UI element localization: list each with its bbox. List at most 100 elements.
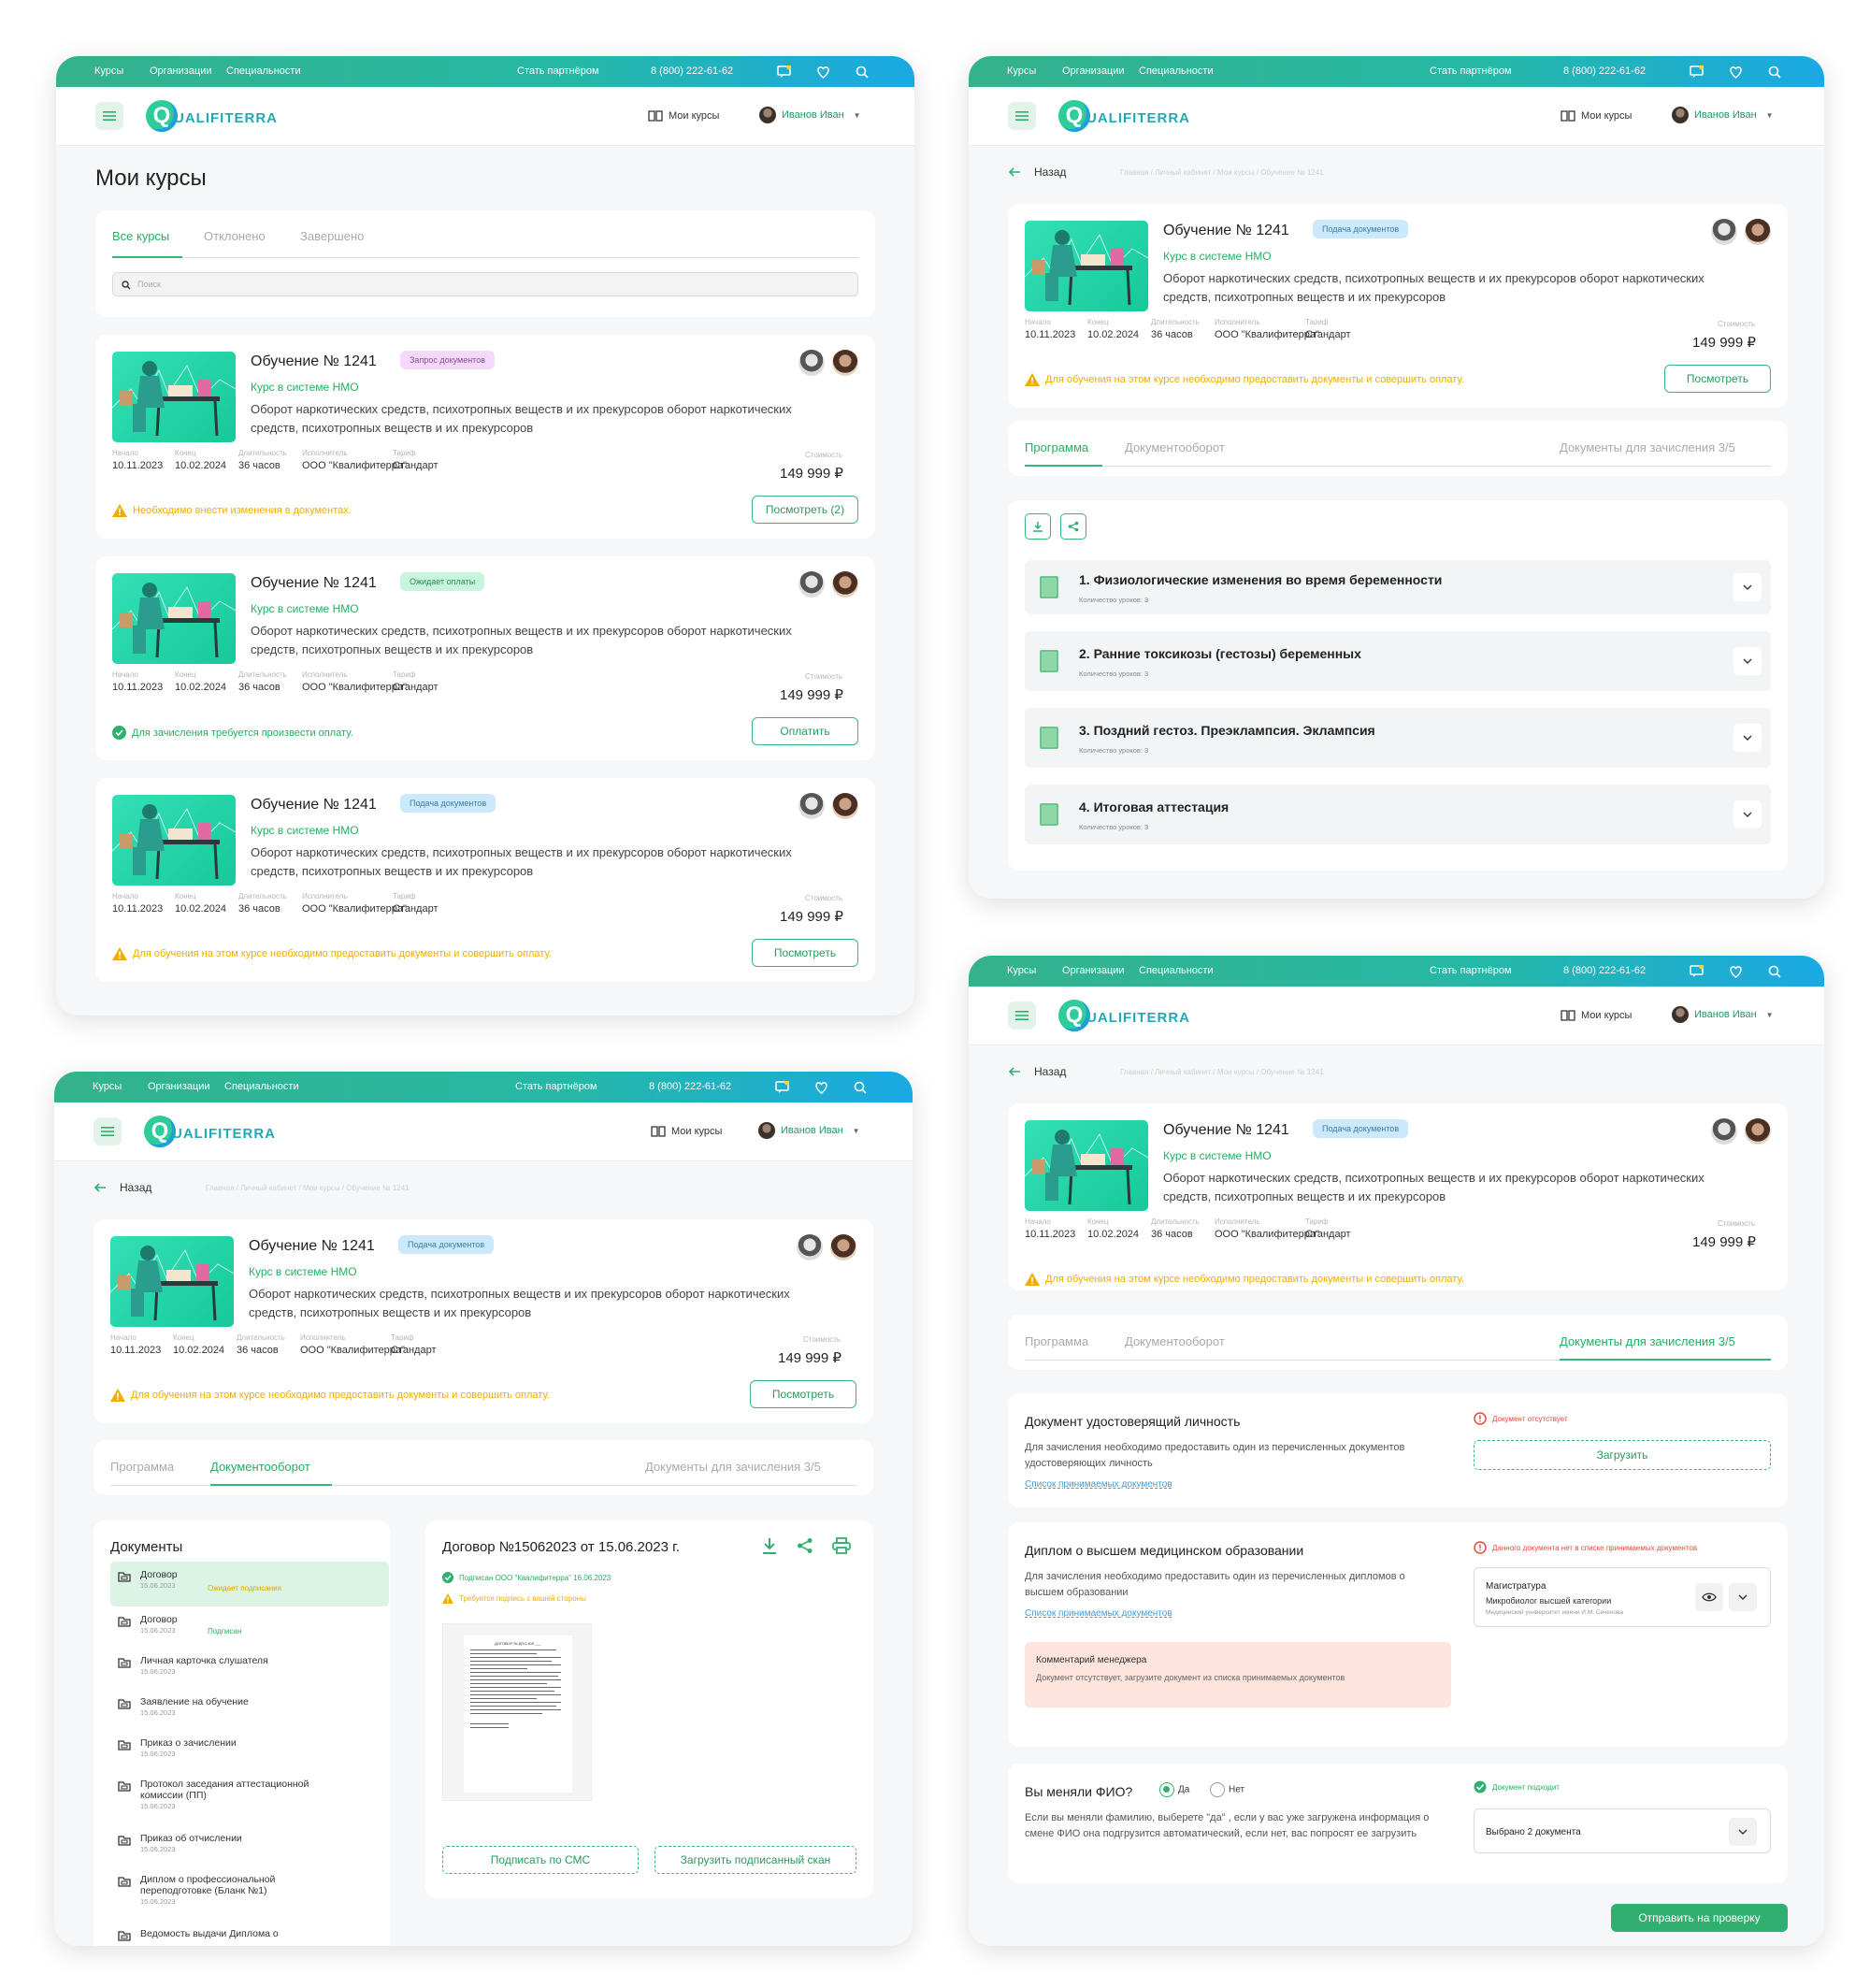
nav-partner[interactable]: Стать партнёром (1430, 965, 1512, 976)
menu-icon[interactable] (1008, 1001, 1036, 1030)
nav-phone[interactable]: 8 (800) 222-61-62 (651, 65, 733, 77)
user-menu[interactable]: Иванов Иван ▼ (1672, 1006, 1774, 1023)
search-icon[interactable] (852, 1079, 868, 1095)
document-item[interactable]: Заявление на обучение 15.06.2023 (110, 1689, 389, 1726)
chevron-down-icon[interactable] (1729, 1583, 1757, 1611)
radio-yes[interactable]: Да (1159, 1782, 1189, 1797)
nav-organizations[interactable]: Организации (150, 65, 212, 77)
my-courses-link[interactable]: Мои курсы (1561, 1010, 1632, 1021)
menu-icon[interactable] (95, 102, 123, 130)
search-icon[interactable] (854, 64, 870, 79)
my-courses-link[interactable]: Мои курсы (651, 1126, 722, 1137)
document-item[interactable]: Диплом о профессиональной переподготовке… (110, 1866, 389, 1906)
logo[interactable]: Q UALIFITERRA (1058, 100, 1190, 132)
chat-icon[interactable] (1689, 64, 1705, 79)
share-icon[interactable] (1060, 513, 1086, 540)
back-link[interactable]: Назад (1008, 1065, 1066, 1078)
chat-icon[interactable] (774, 1079, 790, 1095)
logo[interactable]: Q UALIFITERRA (144, 1116, 276, 1147)
document-item[interactable]: Ведомость выдачи Диплома о (110, 1921, 389, 1946)
heart-icon[interactable] (1728, 963, 1744, 979)
nav-partner[interactable]: Стать партнёром (1430, 65, 1512, 77)
tab-program[interactable]: Программа (1025, 1334, 1088, 1348)
heart-icon[interactable] (1728, 64, 1744, 79)
document-item[interactable]: Договор 15.06.2023 Ожидает подписания (110, 1562, 389, 1606)
nav-organizations[interactable]: Организации (1062, 965, 1125, 976)
fio-docs-select[interactable]: Выбрано 2 документа (1474, 1808, 1771, 1853)
view-button[interactable]: Посмотреть (752, 939, 858, 967)
tab-rejected[interactable]: Отклонено (204, 229, 266, 243)
view-button[interactable]: Посмотреть (2) (752, 496, 858, 524)
diploma-select[interactable]: Магистратура Микробиолог высшей категори… (1474, 1567, 1771, 1627)
tab-completed[interactable]: Завершено (300, 229, 364, 243)
course-title[interactable]: Обучение № 1241 (249, 1238, 375, 1255)
course-title[interactable]: Обучение № 1241 (251, 353, 377, 370)
menu-icon[interactable] (1008, 102, 1036, 130)
nav-phone[interactable]: 8 (800) 222-61-62 (1563, 65, 1646, 77)
user-menu[interactable]: Иванов Иван ▼ (758, 1122, 860, 1139)
back-link[interactable]: Назад (94, 1181, 151, 1194)
course-title[interactable]: Обучение № 1241 (251, 797, 377, 814)
nav-partner[interactable]: Стать партнёром (515, 1081, 597, 1092)
nav-courses[interactable]: Курсы (1007, 965, 1036, 976)
download-icon[interactable] (1025, 513, 1051, 540)
upload-button[interactable]: Загрузить (1474, 1440, 1771, 1470)
my-courses-link[interactable]: Мои курсы (648, 110, 719, 122)
chevron-down-icon[interactable] (1733, 573, 1762, 601)
view-button[interactable]: Посмотреть (1664, 365, 1771, 393)
chat-icon[interactable] (1689, 963, 1705, 979)
accepted-docs-link[interactable]: Список принимаемых документов (1025, 1479, 1172, 1490)
submit-button[interactable]: Отправить на проверку (1611, 1904, 1788, 1932)
module-item[interactable]: 2. Ранние токсикозы (гестозы) беременных… (1025, 631, 1771, 691)
back-link[interactable]: Назад (1008, 166, 1066, 179)
tab-docflow[interactable]: Документооборот (210, 1460, 310, 1474)
heart-icon[interactable] (815, 64, 831, 79)
chevron-down-icon[interactable] (1733, 724, 1762, 752)
nav-phone[interactable]: 8 (800) 222-61-62 (1563, 965, 1646, 976)
view-button[interactable]: Оплатить (752, 717, 858, 745)
search-input[interactable]: Поиск (112, 272, 858, 296)
tab-enrollment-docs[interactable]: Документы для зачисления 3/5 (645, 1460, 821, 1474)
print-icon[interactable] (832, 1537, 851, 1559)
chevron-down-icon[interactable] (1729, 1818, 1757, 1846)
user-menu[interactable]: Иванов Иван ▼ (759, 107, 861, 123)
nav-organizations[interactable]: Организации (1062, 65, 1125, 77)
chevron-down-icon[interactable] (1733, 647, 1762, 675)
module-item[interactable]: 4. Итоговая аттестация Количество уроков:… (1025, 785, 1771, 844)
share-icon[interactable] (797, 1537, 813, 1559)
chat-icon[interactable] (776, 64, 792, 79)
logo[interactable]: Q UALIFITERRA (1058, 1000, 1190, 1031)
radio-no[interactable]: Нет (1210, 1782, 1244, 1797)
nav-courses[interactable]: Курсы (93, 1081, 122, 1092)
tab-program[interactable]: Программа (110, 1460, 174, 1474)
contract-preview[interactable]: ДОГОВОР № ДПО-ЮЛ ___ (442, 1623, 592, 1801)
menu-icon[interactable] (94, 1117, 122, 1145)
tab-enrollment-docs[interactable]: Документы для зачисления 3/5 (1560, 440, 1735, 454)
user-menu[interactable]: Иванов Иван ▼ (1672, 107, 1774, 123)
course-title[interactable]: Обучение № 1241 (1163, 1122, 1289, 1139)
sign-sms-button[interactable]: Подписать по СМС (442, 1846, 639, 1874)
tab-docflow[interactable]: Документооборот (1125, 440, 1225, 454)
document-item[interactable]: Приказ о зачислении 15.06.2023 (110, 1730, 389, 1767)
view-button[interactable]: Посмотреть (750, 1380, 856, 1408)
my-courses-link[interactable]: Мои курсы (1561, 110, 1632, 122)
tab-all[interactable]: Все курсы (112, 229, 169, 243)
course-title[interactable]: Обучение № 1241 (251, 575, 377, 592)
nav-courses[interactable]: Курсы (1007, 65, 1036, 77)
course-title[interactable]: Обучение № 1241 (1163, 223, 1289, 239)
tab-enrollment-docs[interactable]: Документы для зачисления 3/5 (1560, 1334, 1735, 1348)
document-item[interactable]: Личная карточка слушателя 15.06.2023 (110, 1648, 389, 1685)
nav-organizations[interactable]: Организации (148, 1081, 210, 1092)
upload-scan-button[interactable]: Загрузить подписанный скан (654, 1846, 856, 1874)
search-icon[interactable] (1766, 64, 1782, 79)
chevron-down-icon[interactable] (1733, 800, 1762, 828)
nav-specialties[interactable]: Специальности (1139, 965, 1214, 976)
nav-courses[interactable]: Курсы (94, 65, 123, 77)
document-item[interactable]: Приказ об отчислении 15.06.2023 (110, 1825, 389, 1863)
module-item[interactable]: 3. Поздний гестоз. Преэклампсия. Эклампс… (1025, 708, 1771, 768)
nav-phone[interactable]: 8 (800) 222-61-62 (649, 1081, 731, 1092)
nav-specialties[interactable]: Специальности (224, 1081, 299, 1092)
download-icon[interactable] (761, 1537, 778, 1559)
document-item[interactable]: Договор 15.06.2023 Подписан (110, 1606, 389, 1644)
module-item[interactable]: 1. Физиологические изменения во время бе… (1025, 560, 1771, 614)
